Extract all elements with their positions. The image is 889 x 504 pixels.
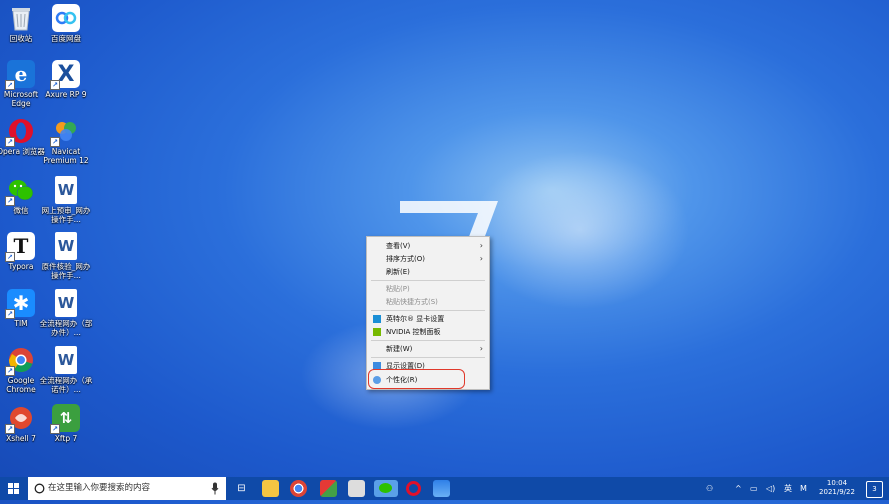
icon-label: 全流程网办（承诺件）... [39, 376, 93, 394]
search-placeholder: 在这里输入你要搜索的内容 [48, 483, 151, 493]
tim-icon: ✱ ↗ [5, 289, 35, 319]
file-explorer-icon[interactable] [262, 480, 279, 497]
icon-label: 网上预审_网办操作手... [41, 206, 91, 224]
nvidia-icon [373, 328, 381, 336]
menu-item-refresh[interactable]: 刷新(E) [367, 266, 489, 278]
baidu-netdisk-icon [52, 4, 80, 32]
icon-label: Navicat Premium 12 [43, 147, 89, 165]
clock[interactable]: 10:04 2021/9/22 [812, 479, 862, 497]
wallpaper-glow [470, 150, 690, 310]
wechat-taskbar-icon[interactable] [374, 480, 398, 497]
chevron-up-icon[interactable]: ^ [735, 477, 742, 500]
ime-mode-indicator[interactable]: M [800, 477, 807, 500]
icon-label: 全流程网办（部办件）... [39, 319, 93, 337]
notification-center-icon[interactable]: 3 [866, 481, 883, 498]
task-view-icon[interactable]: ⊟ [233, 480, 250, 497]
menu-item-intel-graphics[interactable]: 英特尔® 显卡设置 [367, 313, 489, 325]
desktop-icon-word-doc-2[interactable]: W 原件核验_网办操作手... [39, 232, 93, 280]
desktop-icon-word-doc-4[interactable]: W 全流程网办（承诺件）... [39, 346, 93, 394]
icon-label: Xftp 7 [54, 434, 78, 443]
microphone-icon[interactable] [211, 482, 219, 495]
menu-separator [371, 357, 485, 358]
menu-separator [371, 280, 485, 281]
menu-separator [371, 310, 485, 311]
app-taskbar-icon[interactable] [320, 480, 337, 497]
search-icon [34, 483, 45, 494]
axure-icon: X ↗ [50, 60, 80, 90]
desktop-icon-navicat[interactable]: ↗ Navicat Premium 12 [39, 117, 93, 165]
taskbar: 在这里输入你要搜索的内容 ⊟ ⚇ ^ ▭ ◁) 英 M 10:04 2021/9… [0, 477, 889, 500]
recycle-bin-icon [7, 4, 35, 32]
windows-icon [8, 483, 19, 494]
desktop-icon-axure[interactable]: X ↗ Axure RP 9 [39, 60, 93, 99]
xshell-icon: ↗ [5, 404, 35, 434]
wechat-icon: ↗ [5, 176, 35, 206]
intel-graphics-icon [373, 315, 381, 323]
edge-icon: e ↗ [5, 60, 35, 90]
typora-icon: T ↗ [5, 232, 35, 262]
desktop-icon-word-doc-3[interactable]: W 全流程网办（部办件）... [39, 289, 93, 337]
menu-item-view[interactable]: 查看(V) › [367, 240, 489, 252]
desktop-icon-word-doc-1[interactable]: W 网上预审_网办操作手... [39, 176, 93, 224]
start-button[interactable] [0, 477, 28, 500]
menu-item-paste-shortcut[interactable]: 粘贴快捷方式(S) [367, 296, 489, 308]
opera-icon: ↗ [5, 117, 35, 147]
word-doc-icon: W [55, 289, 77, 317]
people-icon[interactable]: ⚇ [706, 477, 713, 500]
highlight-annotation [368, 369, 465, 389]
word-doc-icon: W [55, 232, 77, 260]
chevron-right-icon: › [479, 344, 483, 353]
app-taskbar-icon[interactable] [348, 480, 365, 497]
desktop-icon-baidu-netdisk[interactable]: 百度网盘 [39, 4, 93, 43]
volume-icon[interactable]: ◁) [766, 477, 775, 500]
chrome-taskbar-icon[interactable] [290, 480, 307, 497]
clock-time: 10:04 [826, 479, 848, 487]
menu-item-paste[interactable]: 粘贴(P) [367, 283, 489, 295]
opera-taskbar-icon[interactable] [405, 480, 422, 497]
icon-label: Axure RP 9 [45, 90, 87, 99]
clock-date: 2021/9/22 [819, 488, 855, 496]
menu-item-nvidia[interactable]: NVIDIA 控制面板 [367, 326, 489, 338]
chevron-right-icon: › [479, 241, 483, 250]
network-icon[interactable]: ▭ [750, 477, 758, 500]
word-doc-icon: W [55, 346, 77, 374]
taskbar-search-box[interactable]: 在这里输入你要搜索的内容 [28, 477, 226, 500]
menu-item-new[interactable]: 新建(W) › [367, 343, 489, 355]
chevron-right-icon: › [479, 254, 483, 263]
word-doc-icon: W [55, 176, 77, 204]
menu-separator [371, 340, 485, 341]
xftp-icon: ⇅ ↗ [50, 404, 80, 434]
app-taskbar-icon[interactable] [433, 480, 450, 497]
desktop-icon-xftp[interactable]: ⇅ ↗ Xftp 7 [39, 404, 93, 443]
icon-label: 原件核验_网办操作手... [41, 262, 91, 280]
notification-count: 3 [872, 485, 877, 493]
icon-label: 百度网盘 [51, 34, 81, 43]
chrome-icon: ↗ [5, 346, 35, 376]
ime-indicator[interactable]: 英 [784, 477, 792, 500]
menu-item-sort[interactable]: 排序方式(O) › [367, 253, 489, 265]
desktop-context-menu: 查看(V) › 排序方式(O) › 刷新(E) 粘贴(P) 粘贴快捷方式(S) 英特… [366, 236, 490, 390]
navicat-icon: ↗ [50, 117, 80, 147]
